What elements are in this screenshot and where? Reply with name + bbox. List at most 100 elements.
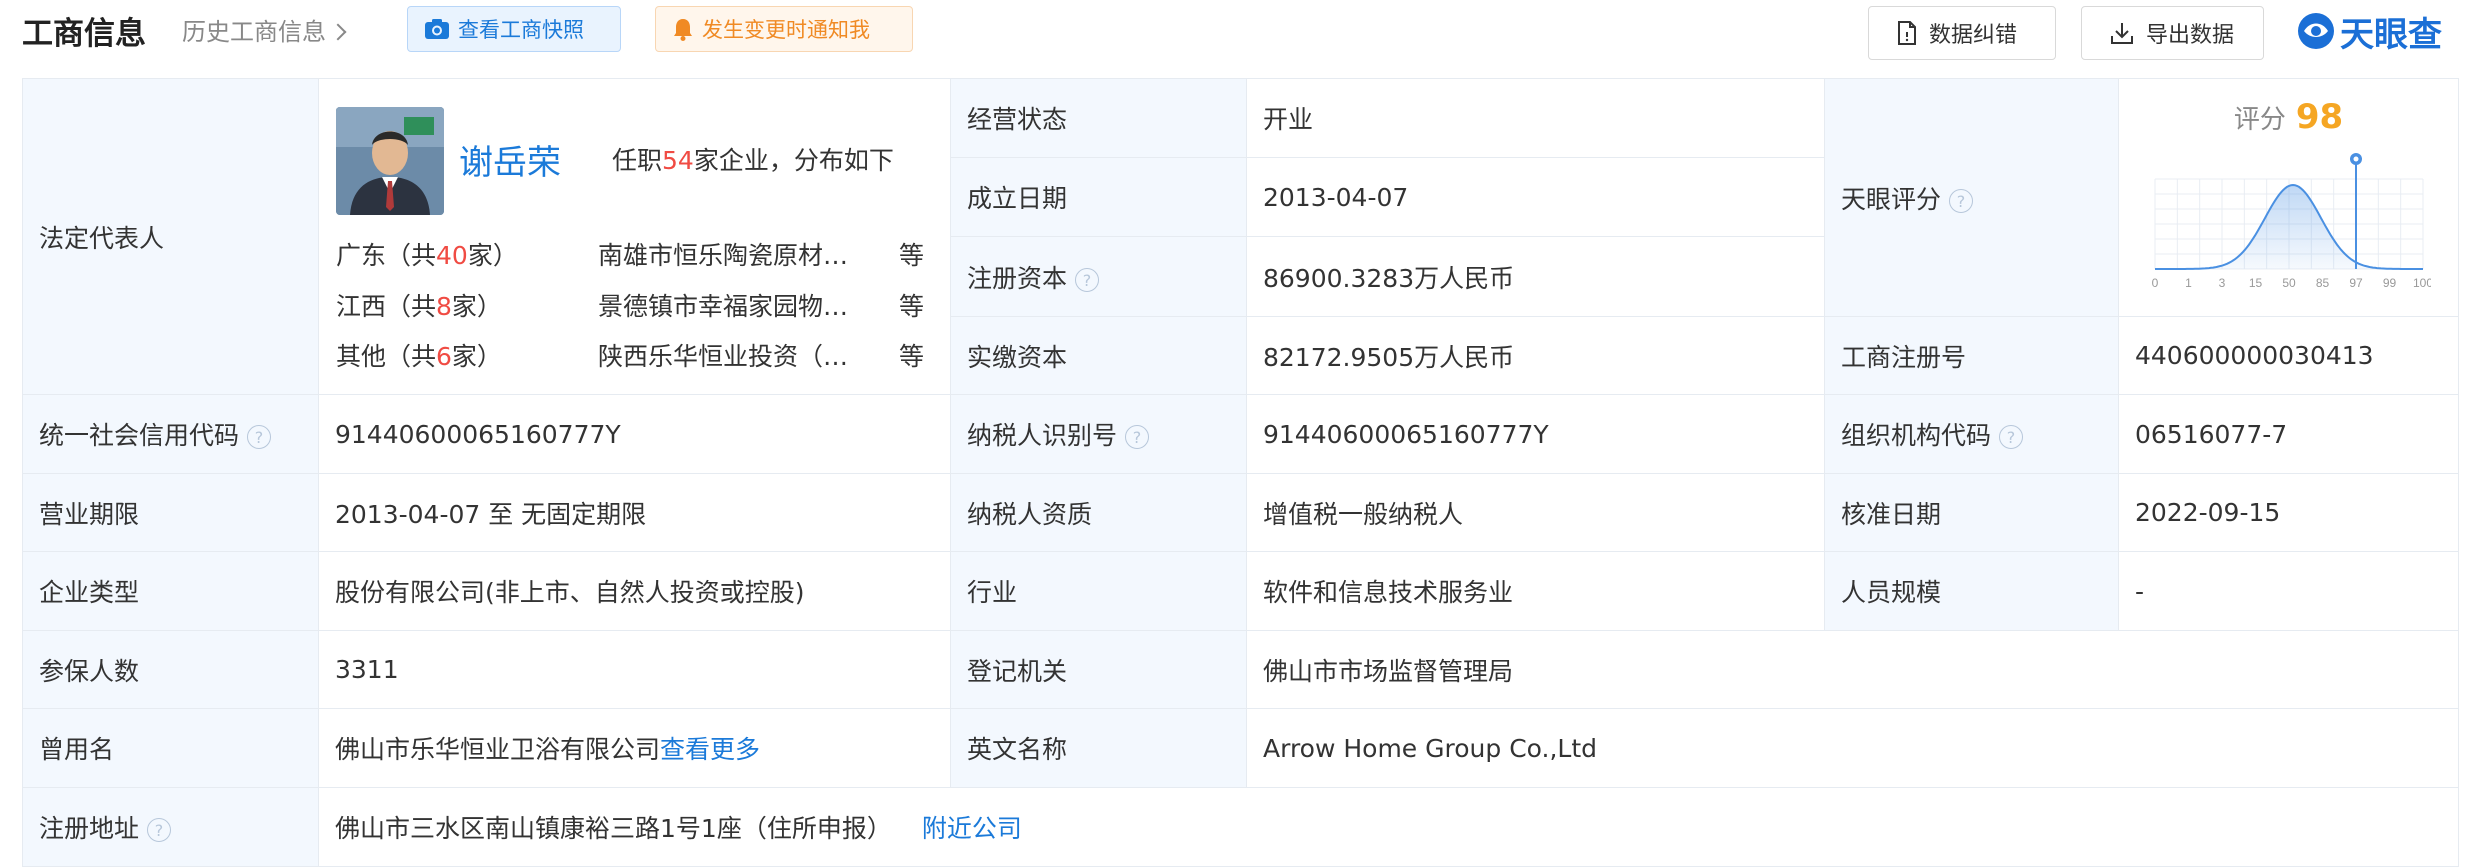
region-row: 江西（共8家） 景德镇市幸福家园物业管理有限公司 等 — [336, 287, 936, 327]
reg-capital-label: 注册资本 — [967, 263, 1068, 293]
reg-no-value: 440600000030413 — [2118, 316, 2459, 395]
org-code-label: 组织机构代码 — [1841, 421, 1992, 450]
avatar[interactable] — [336, 107, 444, 215]
industry-label: 行业 — [950, 551, 1247, 631]
stat-count: 54 — [662, 146, 694, 175]
score-tick-label: 50 — [2282, 276, 2296, 290]
english-name-value: Arrow Home Group Co.,Ltd — [1246, 708, 2459, 788]
credit-code-value: 91440600065160777Y — [318, 394, 951, 474]
score-tick-label: 1 — [2185, 276, 2192, 290]
former-name-label: 曾用名 — [22, 708, 319, 788]
address-value: 佛山市三水区南山镇康裕三路1号1座（住所申报） — [335, 814, 892, 843]
former-name-more-link[interactable]: 查看更多 — [660, 735, 760, 764]
region-count: 6 — [436, 342, 452, 371]
former-name-cell: 佛山市乐华恒业卫浴有限公司查看更多 — [318, 708, 951, 788]
term-value: 2013-04-07 至 无固定期限 — [318, 473, 951, 552]
question-icon[interactable]: ? — [247, 425, 272, 449]
region-prefix: 广东（共 — [336, 241, 437, 270]
taxid-label: 纳税人识别号 — [967, 421, 1118, 450]
industry-value: 软件和信息技术服务业 — [1246, 551, 1825, 631]
credit-code-label: 统一社会信用代码 — [39, 421, 240, 450]
notify-button-label: 发生变更时通知我 — [702, 18, 870, 42]
score-tick-label: 99 — [2383, 276, 2397, 290]
nearby-company-link[interactable]: 附近公司 — [922, 814, 1022, 843]
notify-button[interactable]: 发生变更时通知我 — [655, 6, 913, 52]
region-suffix: 家） — [451, 342, 502, 371]
snapshot-button[interactable]: 查看工商快照 — [407, 6, 621, 52]
score-cell[interactable]: 评分 98 0 1 3 15 50 85 97 99 100 — [2118, 78, 2459, 317]
status-label: 经营状态 — [950, 78, 1247, 158]
legal-rep-label: 法定代表人 — [22, 78, 319, 395]
question-icon[interactable]: ? — [147, 818, 172, 842]
score-value: 98 — [2295, 97, 2344, 137]
company-type-value: 股份有限公司(非上市、自然人投资或控股) — [318, 551, 951, 631]
address-cell: 佛山市三水区南山镇康裕三路1号1座（住所申报） 附近公司 — [318, 787, 2459, 867]
data-correct-button[interactable]: 数据纠错 — [1868, 6, 2056, 60]
reg-capital-label-cell: 注册资本? — [950, 236, 1247, 317]
snapshot-button-label: 查看工商快照 — [458, 18, 584, 42]
paid-capital-label: 实缴资本 — [950, 316, 1247, 395]
region-company-link[interactable]: 陕西乐华恒业投资（集团）有限公司 — [598, 337, 868, 373]
document-icon — [1898, 21, 1916, 45]
region-etc: 等 — [899, 241, 925, 270]
person-photo-icon — [336, 107, 444, 215]
insured-label: 参保人数 — [22, 630, 319, 709]
chevron-right-icon — [329, 23, 347, 41]
history-link-label: 历史工商信息 — [182, 18, 326, 46]
region-prefix: 其他（共 — [336, 342, 437, 371]
bell-icon — [674, 19, 692, 41]
region-count: 8 — [436, 292, 452, 321]
question-icon[interactable]: ? — [1125, 425, 1150, 449]
region-company-link[interactable]: 景德镇市幸福家园物业管理有限公司 — [598, 287, 868, 323]
tax-qualification-value: 增值税一般纳税人 — [1246, 473, 1825, 552]
status-value: 开业 — [1246, 78, 1825, 158]
credit-code-label-cell: 统一社会信用代码? — [22, 394, 319, 474]
score-distribution-chart: 0 1 3 15 50 85 97 99 100 — [2152, 153, 2431, 290]
paid-capital-value: 82172.9505万人民币 — [1246, 316, 1825, 395]
tax-qualification-label: 纳税人资质 — [950, 473, 1247, 552]
brand-logo: 天眼查 — [2296, 6, 2442, 56]
export-button[interactable]: 导出数据 — [2081, 6, 2264, 60]
region-company-link[interactable]: 南雄市恒乐陶瓷原材料有限公司 — [598, 236, 868, 272]
question-icon[interactable]: ? — [1949, 188, 1974, 213]
score-marker — [2350, 153, 2362, 269]
reg-no-label: 工商注册号 — [1824, 316, 2119, 395]
address-label: 注册地址 — [39, 814, 140, 843]
term-label: 营业期限 — [22, 473, 319, 552]
legal-rep-cell: 谢岳荣 任职54家企业，分布如下 广东（共40家） 南雄市恒乐陶瓷原材料有限公司… — [318, 78, 951, 395]
taxid-value: 91440600065160777Y — [1246, 394, 1825, 474]
score-tick-label: 85 — [2316, 276, 2330, 290]
region-row: 广东（共40家） 南雄市恒乐陶瓷原材料有限公司 等 — [336, 236, 936, 276]
legal-rep-name[interactable]: 谢岳荣 — [459, 135, 561, 184]
region-count: 40 — [436, 241, 468, 270]
reg-capital-value: 86900.3283万人民币 — [1246, 236, 1825, 317]
history-link[interactable]: 历史工商信息 — [182, 12, 347, 47]
region-suffix: 家） — [467, 241, 518, 270]
stat-prefix: 任职 — [612, 146, 663, 175]
insured-value: 3311 — [318, 630, 951, 709]
authority-label: 登记机关 — [950, 630, 1247, 709]
export-label: 导出数据 — [2146, 23, 2235, 48]
former-name-value: 佛山市乐华恒业卫浴有限公司 — [335, 735, 661, 764]
org-code-value: 06516077-7 — [2118, 394, 2459, 474]
question-icon[interactable]: ? — [1999, 425, 2024, 449]
region-row: 其他（共6家） 陕西乐华恒业投资（集团）有限公司 等 — [336, 337, 936, 377]
score-tick-label: 100 — [2413, 276, 2431, 290]
score-tick-label: 3 — [2219, 276, 2226, 290]
question-icon[interactable]: ? — [1075, 267, 1100, 292]
region-etc: 等 — [899, 292, 925, 321]
score-label: 天眼评分 — [1841, 184, 1942, 214]
header-bar: 工商信息 历史工商信息 查看工商快照 发生变更时通知我 数据纠错 导出数据 天眼… — [0, 0, 2482, 62]
region-label: 广东（共40家） — [336, 236, 518, 272]
region-prefix: 江西（共 — [336, 292, 437, 321]
score-tick-label: 15 — [2249, 276, 2263, 290]
camera-icon — [425, 19, 449, 39]
found-date-label: 成立日期 — [950, 157, 1247, 237]
score-title-label: 评分 — [2233, 105, 2286, 135]
region-label: 江西（共8家） — [336, 287, 502, 323]
org-code-label-cell: 组织机构代码? — [1824, 394, 2119, 474]
company-type-label: 企业类型 — [22, 551, 319, 631]
section-title: 工商信息 — [22, 16, 146, 52]
score-curve-area — [2155, 185, 2423, 269]
download-icon — [2111, 23, 2133, 44]
